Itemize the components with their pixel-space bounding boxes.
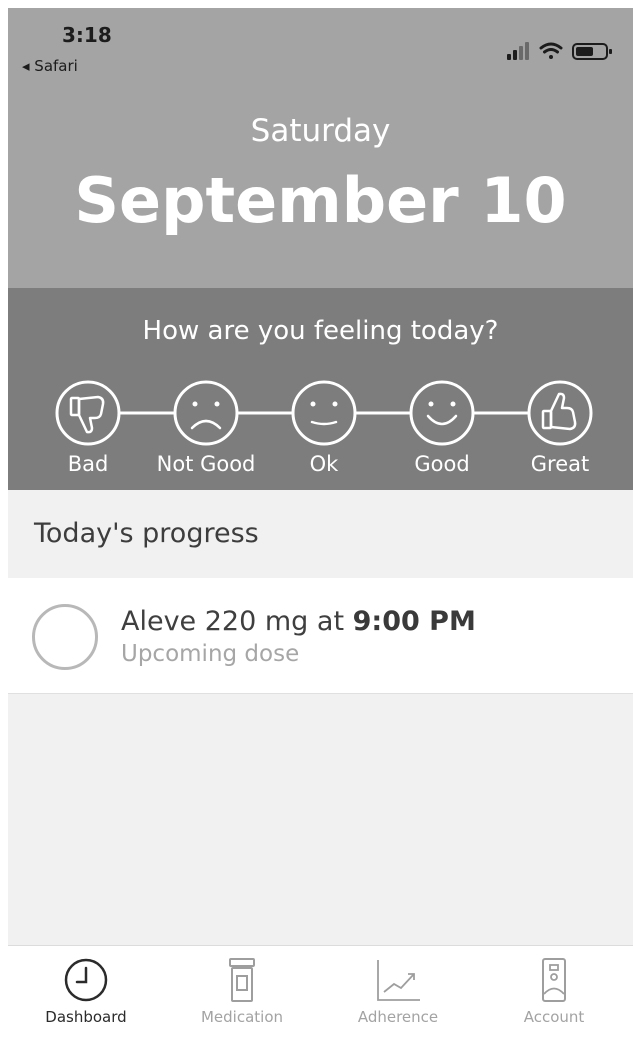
pill-bottle-icon: [229, 958, 255, 1002]
dose-status: Upcoming dose: [121, 641, 300, 667]
dose-checkbox[interactable]: [32, 604, 98, 670]
weekday-label: Saturday: [250, 113, 391, 149]
id-card-icon: [542, 958, 566, 1002]
back-to-safari-link[interactable]: ◂ Safari: [22, 57, 78, 75]
date-header: 3:18 ◂ Safari Saturday September 10: [8, 8, 633, 288]
dose-list-item[interactable]: Aleve 220 mg at 9:00 PM Upcoming dose: [8, 578, 633, 694]
wifi-icon: [539, 42, 563, 59]
mood-option-not-good[interactable]: [173, 380, 239, 446]
mood-option-good[interactable]: [409, 380, 475, 446]
status-time: 3:18: [62, 23, 112, 47]
tab-dashboard[interactable]: Dashboard: [8, 946, 164, 1042]
tab-label-medication: Medication: [200, 1008, 284, 1026]
progress-header: Today's progress: [8, 490, 633, 578]
mood-label-not-good: Not Good: [156, 452, 256, 476]
mood-option-ok[interactable]: [291, 380, 357, 446]
tab-label-adherence: Adherence: [357, 1008, 439, 1026]
battery-icon: [572, 43, 612, 60]
date-title: September 10: [74, 164, 567, 237]
mood-label-ok: Ok: [309, 452, 339, 476]
tab-label-account: Account: [523, 1008, 585, 1026]
mood-option-bad[interactable]: [55, 380, 121, 446]
tab-label-dashboard: Dashboard: [45, 1008, 127, 1026]
chart-icon: [377, 960, 420, 1001]
mood-option-great[interactable]: [527, 380, 593, 446]
dose-time: 9:00 PM: [352, 606, 476, 637]
tab-adherence[interactable]: Adherence: [320, 946, 476, 1042]
signal-icon: [507, 42, 529, 60]
dose-title: Aleve 220 mg at 9:00 PM: [121, 606, 476, 637]
mood-label-bad: Bad: [67, 452, 109, 476]
tab-account[interactable]: Account: [476, 946, 632, 1042]
tab-bar: Dashboard Medication Adherence Account: [8, 945, 633, 1042]
feeling-section: How are you feeling today? Bad Not Good …: [8, 288, 633, 490]
clock-icon: [64, 958, 108, 1002]
mood-label-great: Great: [530, 452, 590, 476]
app-screen: 3:18 ◂ Safari Saturday September 10 How …: [8, 8, 633, 1042]
status-icons: [507, 42, 612, 60]
mood-label-good: Good: [414, 452, 470, 476]
progress-title: Today's progress: [34, 518, 259, 549]
tab-medication[interactable]: Medication: [164, 946, 320, 1042]
dose-medication: Aleve 220 mg at: [121, 606, 345, 637]
